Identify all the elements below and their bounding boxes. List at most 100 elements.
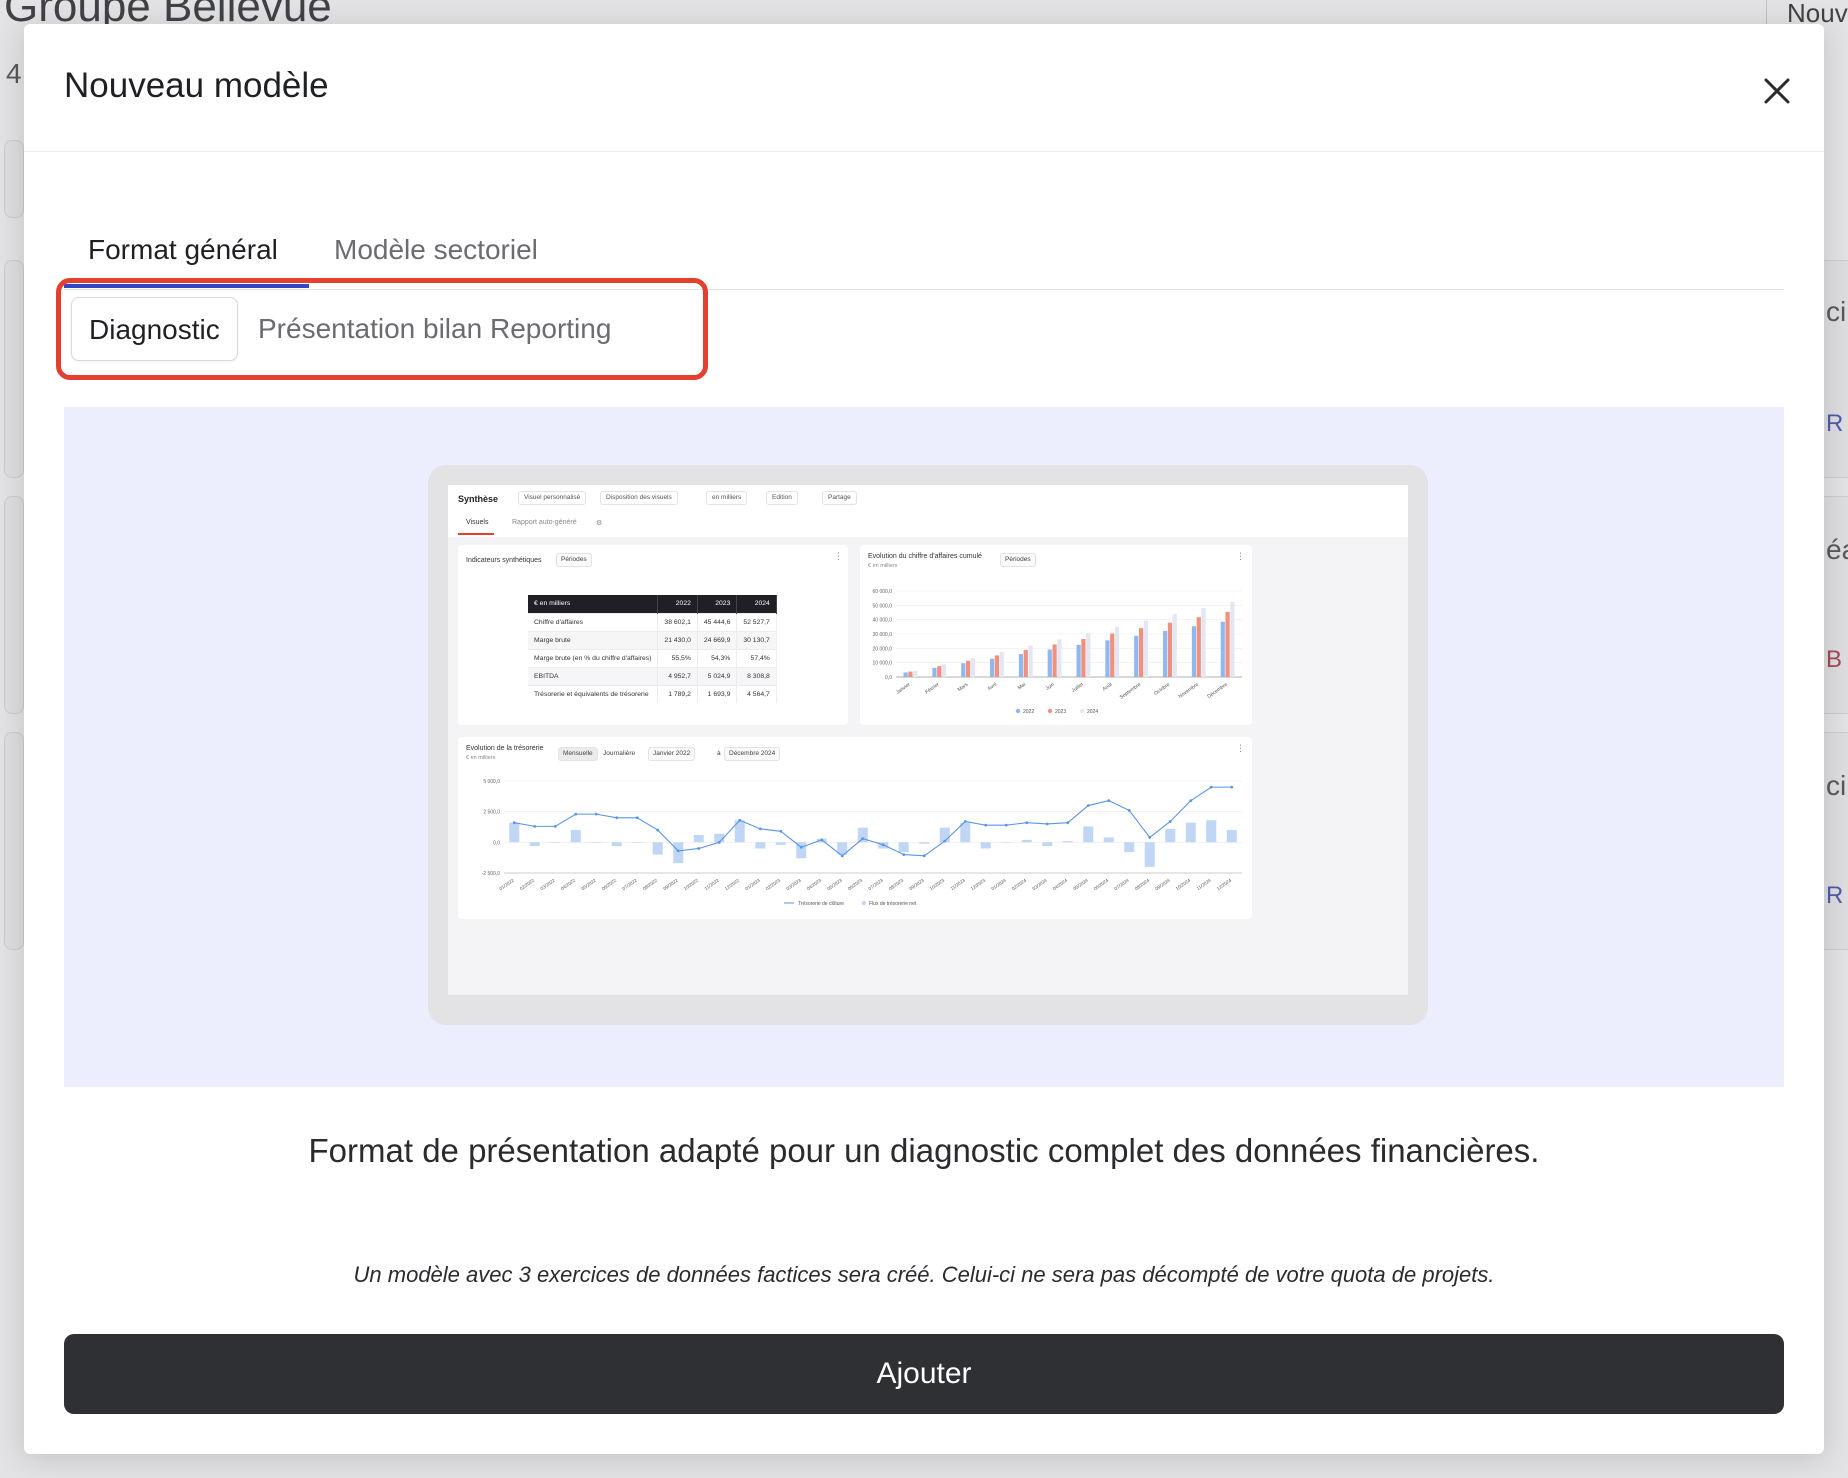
bar-flux	[693, 834, 704, 843]
table-cell: Marge brute (en % du chiffre d'affaires)	[528, 648, 659, 667]
point-tresorerie	[922, 854, 926, 858]
preview-toolbar-button: Partage	[822, 491, 857, 505]
x-tick-label: 02/2023	[765, 877, 782, 891]
x-tick-label: 09/2024	[1154, 877, 1171, 891]
bar-flux	[529, 842, 540, 847]
x-tick-label: Août	[1102, 681, 1114, 692]
bar-2023	[1225, 611, 1230, 677]
bar-flux	[550, 842, 561, 843]
bar-2023	[1196, 617, 1201, 677]
y-tick-label: 60 000,0	[873, 589, 893, 595]
preview-toolbar-button: Edition	[766, 491, 798, 505]
table-cell: 55,5%	[657, 648, 698, 667]
bar-flux	[1165, 828, 1176, 843]
bar-flux	[1144, 842, 1155, 867]
indicators-table: € en milliers 2022 2023 2024 Chiffre d'affa…	[528, 595, 777, 703]
x-tick-label: 11/2022	[704, 877, 721, 891]
more-icon: ⋮	[834, 551, 843, 561]
segment-reporting[interactable]: Reporting	[473, 297, 628, 361]
x-tick-label: 01/2022	[498, 877, 515, 891]
x-tick-label: Mai	[1017, 682, 1027, 692]
point-tresorerie	[533, 824, 537, 828]
close-icon[interactable]	[1754, 68, 1800, 114]
point-tresorerie	[656, 828, 660, 832]
add-button[interactable]: Ajouter	[64, 1334, 1784, 1414]
bar-flux	[898, 842, 909, 853]
bar-flux	[960, 822, 971, 843]
point-tresorerie	[1168, 820, 1172, 823]
x-tick-label: 04/2024	[1052, 877, 1069, 891]
x-tick-label: Mars	[957, 681, 970, 693]
point-tresorerie	[820, 838, 824, 842]
bar-2022	[990, 658, 995, 677]
bar-2023	[908, 671, 913, 677]
point-tresorerie	[697, 847, 701, 850]
y-tick-label: -2 500,0	[482, 871, 501, 877]
table-cell: 24 669,9	[697, 630, 738, 649]
table-row: Marge brute (en % du chiffre d'affaires)…	[528, 648, 777, 667]
table-cell: 1 789,2	[657, 684, 698, 703]
y-tick-label: 10 000,0	[873, 661, 893, 667]
table-cell: 21 430,0	[657, 630, 698, 649]
x-tick-label: 03/2022	[539, 877, 556, 891]
legend-label: 2022	[1023, 709, 1034, 715]
bar-2023	[1081, 639, 1086, 677]
tab-modele-sectoriel[interactable]: Modèle sectoriel	[334, 234, 538, 266]
table-cell: 5 024,9	[697, 666, 738, 685]
x-tick-label: 07/2022	[621, 877, 638, 891]
indicators-panel: Indicateurs synthétiques Périodes ⋮ € en…	[458, 545, 848, 725]
bar-2022	[1018, 654, 1024, 677]
bar-2024	[941, 664, 947, 677]
preview-header: Synthèse Visuel personnalisé Disposition…	[448, 485, 1408, 537]
segment-presentation-bilan[interactable]: Présentation bilan	[241, 297, 499, 361]
revenue-bar-chart: 60 000,0 50 000,0 40 000,0 30 000,0 20 000,0…	[873, 589, 1242, 715]
preview-subtab: Rapport auto-généré	[512, 519, 577, 526]
point-tresorerie	[902, 853, 906, 856]
x-tick-label: 02/2024	[1011, 877, 1028, 891]
x-tick-label: 10/2023	[929, 877, 946, 891]
x-tick-label: 12/2022	[724, 877, 741, 891]
bar-2024	[1172, 614, 1177, 677]
point-tresorerie	[963, 820, 967, 823]
preview-toolbar-button: en milliers	[706, 491, 748, 505]
point-tresorerie	[881, 843, 885, 847]
bar-2022	[1163, 630, 1168, 677]
point-tresorerie	[1148, 836, 1152, 839]
tab-format-general[interactable]: Format général	[88, 234, 278, 266]
bar-2022	[1220, 621, 1225, 677]
x-tick-label: 11/2024	[1196, 877, 1213, 891]
x-tick-label: 07/2023	[867, 877, 884, 891]
indicators-title: Indicateurs synthétiques	[466, 557, 542, 564]
preview-title: Synthèse	[458, 494, 499, 504]
point-tresorerie	[1045, 822, 1049, 826]
bar-flux	[755, 842, 766, 849]
point-tresorerie	[1230, 785, 1234, 789]
table-row: Chiffre d'affaires 38 602,1 45 444,6 52 527…	[528, 612, 777, 631]
table-header: 2022	[657, 595, 698, 613]
bar-flux	[1042, 842, 1053, 847]
x-tick-label: 11/2023	[950, 877, 967, 891]
point-tresorerie	[1107, 799, 1111, 803]
x-tick-label: 08/2022	[642, 877, 659, 891]
point-tresorerie	[553, 824, 557, 828]
x-tick-label: 06/2023	[847, 877, 864, 891]
bar-2024	[999, 651, 1004, 677]
table-cell: 4 564,7	[736, 684, 777, 703]
bar-2022	[932, 667, 937, 677]
y-tick-label: 0,0	[885, 675, 892, 681]
segment-diagnostic[interactable]: Diagnostic	[71, 297, 238, 361]
bar-2024	[1028, 645, 1033, 677]
table-cell: 1 693,9	[697, 684, 738, 703]
table-cell: 45 444,6	[697, 612, 738, 631]
revenue-chart-panel: Evolution du chiffre d'affaires cumulé €…	[860, 545, 1252, 725]
y-tick-label: 20 000,0	[873, 646, 893, 652]
preview-subtab-indicator	[458, 533, 494, 535]
x-tick-label: 03/2024	[1031, 877, 1048, 891]
x-tick-label: 06/2024	[1093, 877, 1110, 891]
table-header: € en milliers	[528, 595, 659, 613]
laptop-frame: Synthèse Visuel personnalisé Disposition…	[428, 465, 1428, 1025]
point-tresorerie	[1025, 821, 1029, 825]
point-tresorerie	[840, 854, 844, 858]
bar-2024	[913, 670, 918, 677]
gear-icon: ⚙	[596, 520, 603, 527]
